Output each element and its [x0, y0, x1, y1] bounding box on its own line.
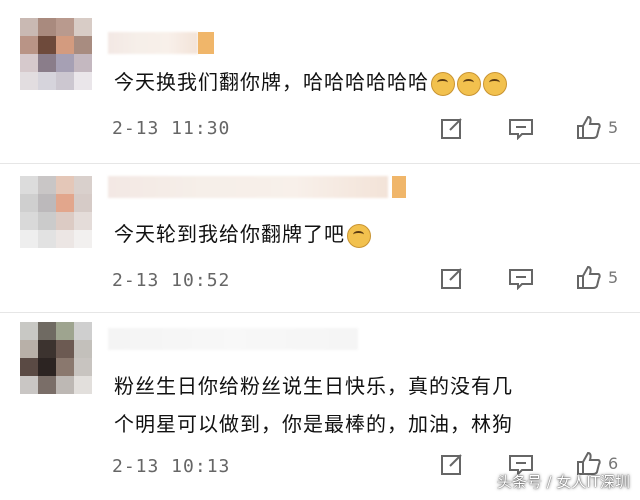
- avatar-pixel: [74, 36, 92, 54]
- comment-text-content: 今天轮到我给你翻牌了吧: [114, 222, 345, 246]
- avatar-pixel: [74, 212, 92, 230]
- edit-button[interactable]: [440, 116, 464, 140]
- like-count: 6: [608, 453, 619, 473]
- avatar-pixel: [38, 176, 56, 194]
- avatar-pixel: [74, 358, 92, 376]
- avatar-pixel: [56, 176, 74, 194]
- avatar[interactable]: [20, 322, 92, 394]
- like-button[interactable]: 5: [576, 264, 618, 290]
- avatar-pixel: [56, 36, 74, 54]
- avatar-pixel: [38, 54, 56, 72]
- avatar-pixel: [74, 376, 92, 394]
- avatar-pixel: [38, 322, 56, 340]
- comment-icon: [509, 269, 533, 290]
- avatar-pixel: [56, 54, 74, 72]
- avatar-pixel: [20, 340, 38, 358]
- emoji-icon: [483, 71, 507, 96]
- comment-text-line-1: 粉丝生日你给粉丝说生日快乐，真的没有几: [114, 374, 513, 398]
- avatar-pixel: [74, 176, 92, 194]
- avatar-pixel: [38, 194, 56, 212]
- avatar-pixel: [38, 358, 56, 376]
- avatar-pixel: [38, 230, 56, 248]
- edit-icon: [441, 268, 462, 289]
- comment-text: 今天换我们翻你牌，哈哈哈哈哈哈: [114, 66, 507, 96]
- username-badge: [392, 176, 406, 198]
- emoji-icon: [457, 71, 481, 96]
- avatar-pixel: [20, 176, 38, 194]
- avatar-pixel: [56, 194, 74, 212]
- edit-button[interactable]: [440, 452, 464, 476]
- avatar-pixel: [20, 322, 38, 340]
- avatar-pixel: [38, 36, 56, 54]
- avatar[interactable]: [20, 18, 92, 90]
- avatar-pixel: [20, 358, 38, 376]
- avatar-pixel: [74, 72, 92, 90]
- avatar-pixel: [20, 212, 38, 230]
- avatar-pixel: [20, 36, 38, 54]
- edit-icon: [441, 118, 462, 139]
- avatar-pixel: [56, 212, 74, 230]
- avatar-pixel: [74, 18, 92, 36]
- avatar-pixel: [74, 340, 92, 358]
- edit-icon: [441, 454, 462, 475]
- avatar-pixel: [38, 340, 56, 358]
- avatar-pixel: [74, 194, 92, 212]
- avatar-pixel: [56, 376, 74, 394]
- comment-button[interactable]: [508, 268, 534, 290]
- divider: [0, 312, 640, 313]
- avatar-pixel: [20, 72, 38, 90]
- comment-button[interactable]: [508, 118, 534, 140]
- avatar-pixel: [56, 230, 74, 248]
- avatar-pixel: [38, 18, 56, 36]
- avatar-pixel: [74, 322, 92, 340]
- watermark: 头条号 / 女人IT深圳: [496, 473, 630, 491]
- comment-icon: [509, 119, 533, 140]
- username-blurred[interactable]: [108, 32, 198, 54]
- avatar-pixel: [56, 358, 74, 376]
- avatar-pixel: [20, 376, 38, 394]
- avatar-pixel: [20, 54, 38, 72]
- avatar-pixel: [56, 322, 74, 340]
- avatar[interactable]: [20, 176, 92, 248]
- avatar-pixel: [20, 18, 38, 36]
- emoji-icon: [431, 71, 455, 96]
- like-count: 5: [608, 117, 619, 137]
- timestamp: 2-13 11:30: [112, 118, 231, 139]
- avatar-pixel: [74, 54, 92, 72]
- comment-text: 今天轮到我给你翻牌了吧: [114, 218, 371, 248]
- like-button[interactable]: 5: [576, 114, 618, 140]
- avatar-pixel: [38, 212, 56, 230]
- comment-text-content: 今天换我们翻你牌，哈哈哈哈哈哈: [114, 70, 429, 94]
- username-badge: [198, 32, 214, 54]
- like-icon: [577, 115, 601, 139]
- emoji-icon: [347, 223, 371, 248]
- timestamp: 2-13 10:13: [112, 456, 231, 477]
- avatar-pixel: [20, 194, 38, 212]
- avatar-pixel: [20, 230, 38, 248]
- username-blurred[interactable]: [108, 328, 358, 350]
- avatar-pixel: [56, 72, 74, 90]
- edit-button[interactable]: [440, 266, 464, 290]
- avatar-pixel: [56, 340, 74, 358]
- avatar-pixel: [38, 72, 56, 90]
- divider: [0, 163, 640, 164]
- avatar-pixel: [56, 18, 74, 36]
- like-count: 5: [608, 267, 619, 287]
- like-icon: [577, 265, 601, 289]
- comment-text-line-2: 个明星可以做到，你是最棒的，加油，林狗: [114, 412, 513, 436]
- username-blurred[interactable]: [108, 176, 388, 198]
- avatar-pixel: [38, 376, 56, 394]
- avatar-pixel: [74, 230, 92, 248]
- timestamp: 2-13 10:52: [112, 270, 231, 291]
